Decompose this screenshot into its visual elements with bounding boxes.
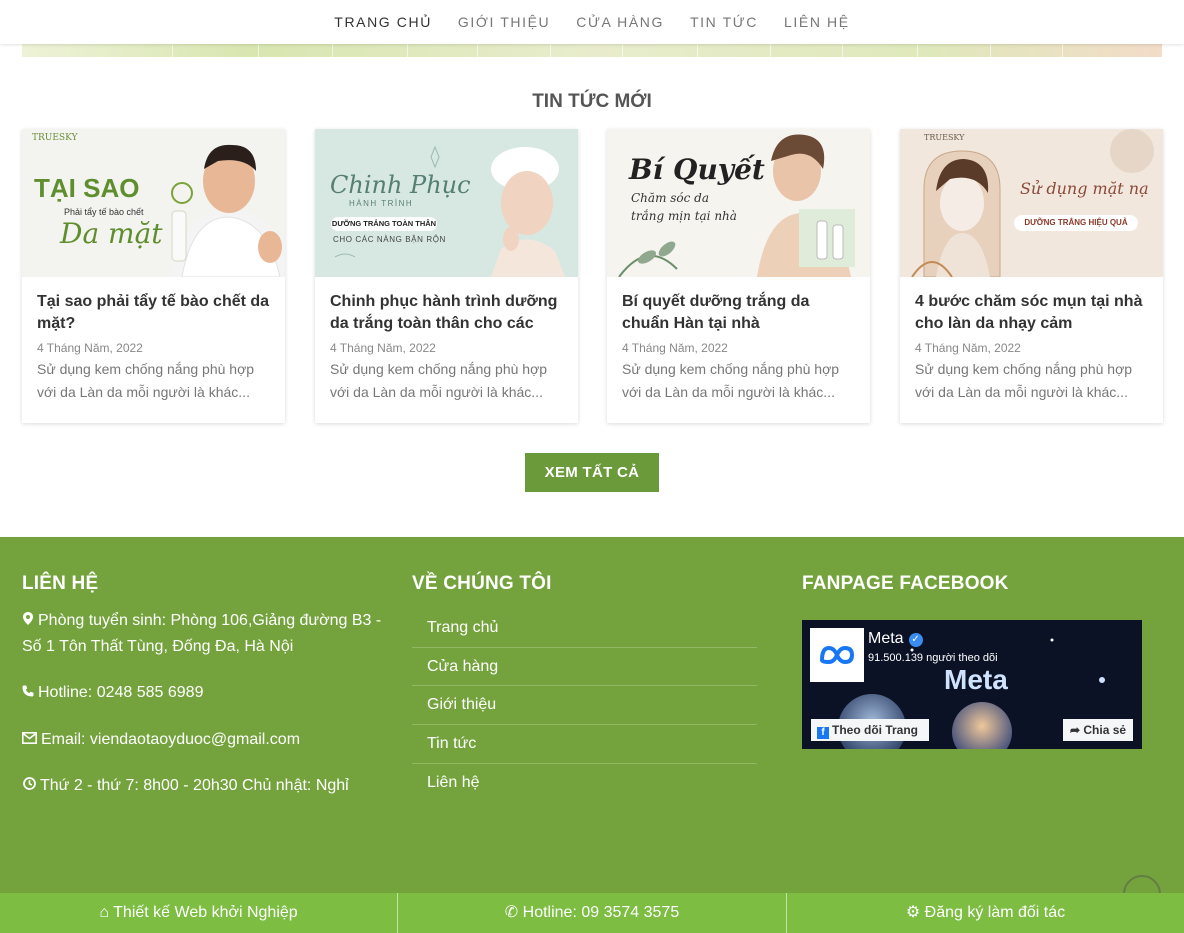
about-links: Trang chủ Cửa hàng Giới thiệu Tin tức Li…	[412, 609, 757, 802]
contact-email: Email: viendaotaoyduoc@gmail.com	[22, 727, 382, 753]
news-card-date: 4 Tháng Năm, 2022	[330, 341, 436, 355]
news-card[interactable]: Chinh Phục HÀNH TRÌNH DƯỠNG TRẮNG TOÀN T…	[315, 129, 578, 423]
news-card[interactable]: TRUESKY Sử dụng mặt nạ DƯỠNG TRẮNG HIỆU …	[900, 129, 1163, 423]
news-card-title[interactable]: 4 bước chăm sóc mụn tại nhà cho làn da n…	[915, 291, 1148, 335]
contact-email-text[interactable]: Email: viendaotaoyduoc@gmail.com	[41, 731, 300, 748]
thumbnail-subtitle: HÀNH TRÌNH	[349, 199, 414, 208]
facebook-follower-count: 91.500.139 người theo dõi	[868, 652, 998, 664]
thumbnail-script: Bí Quyết	[629, 153, 765, 186]
about-heading: VỀ CHÚNG TÔI	[412, 573, 552, 594]
contact-hotline-text[interactable]: Hotline: 0248 585 6989	[38, 684, 203, 701]
thumbnail-subtitle: Phải tẩy tế bào chết	[64, 207, 144, 217]
share-arrow-icon: ➦	[1069, 723, 1081, 737]
contact-address-text: Phòng tuyển sinh: Phòng 106,Giảng đường …	[22, 612, 382, 655]
hero-banner-strip	[22, 44, 1162, 57]
clock-icon	[22, 773, 36, 799]
meta-logo[interactable]	[810, 628, 864, 682]
follow-page-button[interactable]: f Theo dõi Trang	[811, 719, 929, 741]
thumbnail-line2: trắng mịn tại nhà	[631, 209, 737, 223]
bottom-web-design-link[interactable]: ⌂ Thiết kế Web khởi Nghiệp	[0, 893, 398, 933]
news-card-excerpt: Sử dụng kem chống nắng phù hợp với da Là…	[622, 361, 840, 400]
nav-menu: TRANG CHỦ GIỚI THIỆU CỬA HÀNG TIN TỨC LI…	[0, 0, 1184, 44]
view-all-news-button[interactable]: XEM TẤT CẢ	[525, 453, 659, 492]
facebook-icon: f	[817, 727, 829, 739]
facebook-page-widget[interactable]: Meta ✓ 91.500.139 người theo dõi Meta f Th…	[802, 620, 1142, 749]
thumbnail-script: Chinh Phục	[330, 171, 471, 199]
news-card-excerpt: Sử dụng kem chống nắng phù hợp với da Là…	[915, 361, 1133, 400]
woman-mask-illustration	[911, 129, 1154, 277]
news-card-thumbnail[interactable]: Chinh Phục HÀNH TRÌNH DƯỠNG TRẮNG TOÀN T…	[315, 129, 578, 277]
brand-logo: TRUESKY	[32, 133, 78, 143]
thumbnail-script: Da mặt	[60, 217, 163, 250]
site-footer: LIÊN HỆ Phòng tuyển sinh: Phòng 106,Giản…	[0, 537, 1184, 894]
phone-icon	[22, 680, 34, 706]
footer-link-home[interactable]: Trang chủ	[412, 609, 757, 648]
thumbnail-pill: DƯỠNG TRẮNG TOÀN THÂN	[331, 217, 437, 231]
footer-link-contact[interactable]: Liên hệ	[412, 764, 757, 803]
news-card-list: TRUESKY TẠI SAO Phải tẩy tế bào chết Da …	[22, 129, 1163, 423]
thumbnail-tagline: CHO CÁC NÀNG BẬN RỘN	[333, 235, 446, 244]
thumbnail-headline: TẠI SAO	[34, 173, 140, 203]
news-section-title: TIN TỨC MỚI	[532, 91, 652, 112]
thumbnail-pill: DƯỠNG TRẮNG HIỆU QUẢ	[1014, 215, 1138, 231]
news-card-title[interactable]: Tại sao phải tẩy tế bào chết da mặt?	[37, 291, 270, 335]
nav-item-home[interactable]: TRANG CHỦ	[321, 14, 445, 30]
news-card-thumbnail[interactable]: TRUESKY TẠI SAO Phải tẩy tế bào chết Da …	[22, 129, 285, 277]
news-card-excerpt: Sử dụng kem chống nắng phù hợp với da Là…	[330, 361, 548, 400]
bottom-hotline-link[interactable]: ✆ Hotline: 09 3574 3575	[398, 893, 787, 933]
envelope-icon	[22, 727, 37, 753]
top-navigation: TRANG CHỦ GIỚI THIỆU CỬA HÀNG TIN TỨC LI…	[0, 0, 1184, 44]
nav-item-shop[interactable]: CỬA HÀNG	[563, 14, 677, 30]
nav-item-news[interactable]: TIN TỨC	[677, 14, 771, 30]
footer-link-news[interactable]: Tin tức	[412, 725, 757, 764]
map-marker-icon	[22, 608, 34, 634]
home-icon: ⌂	[99, 904, 109, 921]
news-card-date: 4 Tháng Năm, 2022	[37, 341, 143, 355]
news-card-date: 4 Tháng Năm, 2022	[915, 341, 1021, 355]
thumbnail-script: Sử dụng mặt nạ	[1020, 179, 1149, 198]
news-card-thumbnail[interactable]: TRUESKY Sử dụng mặt nạ DƯỠNG TRẮNG HIỆU …	[900, 129, 1163, 277]
contact-hotline: Hotline: 0248 585 6989	[22, 680, 382, 706]
bottom-action-bar: ⌂ Thiết kế Web khởi Nghiệp ✆ Hotline: 09…	[0, 893, 1184, 933]
verified-badge-icon: ✓	[908, 633, 923, 647]
news-card[interactable]: Bí Quyết Chăm sóc da trắng mịn tại nhà B…	[607, 129, 870, 423]
news-card-title[interactable]: Chinh phục hành trình dưỡng da trắng toà…	[330, 291, 563, 335]
brand-logo: TRUESKY	[924, 133, 965, 142]
facebook-page-name[interactable]: Meta ✓	[868, 630, 923, 648]
news-card-title[interactable]: Bí quyết dưỡng trắng da chuẩn Hàn tại nh…	[622, 291, 855, 335]
fanpage-heading: FANPAGE FACEBOOK	[802, 573, 1009, 594]
thumbnail-line1: Chăm sóc da	[631, 191, 710, 205]
news-card-excerpt: Sử dụng kem chống nắng phù hợp với da Là…	[37, 361, 255, 400]
nav-item-about[interactable]: GIỚI THIỆU	[445, 14, 563, 30]
nav-item-contact[interactable]: LIÊN HỆ	[771, 14, 863, 30]
footer-link-about[interactable]: Giới thiệu	[412, 686, 757, 726]
cover-meta-wordmark: Meta	[944, 664, 1008, 695]
contact-address: Phòng tuyển sinh: Phòng 106,Giảng đường …	[22, 608, 382, 660]
phone-icon: ✆	[504, 904, 519, 921]
share-page-button[interactable]: ➦ Chia sẻ	[1063, 719, 1133, 741]
news-card[interactable]: TRUESKY TẠI SAO Phải tẩy tế bào chết Da …	[22, 129, 285, 423]
contact-heading: LIÊN HỆ	[22, 573, 99, 594]
bottom-partner-signup-link[interactable]: ⚙ Đăng ký làm đối tác	[787, 893, 1184, 933]
footer-link-shop[interactable]: Cửa hàng	[412, 648, 757, 687]
meta-infinity-icon	[819, 645, 855, 665]
gear-icon: ⚙	[905, 904, 921, 921]
news-card-date: 4 Tháng Năm, 2022	[622, 341, 728, 355]
contact-hours: Thứ 2 - thứ 7: 8h00 - 20h30 Chủ nhật: Ng…	[22, 773, 382, 799]
contact-hours-text: Thứ 2 - thứ 7: 8h00 - 20h30 Chủ nhật: Ng…	[40, 777, 349, 794]
news-card-thumbnail[interactable]: Bí Quyết Chăm sóc da trắng mịn tại nhà	[607, 129, 870, 277]
